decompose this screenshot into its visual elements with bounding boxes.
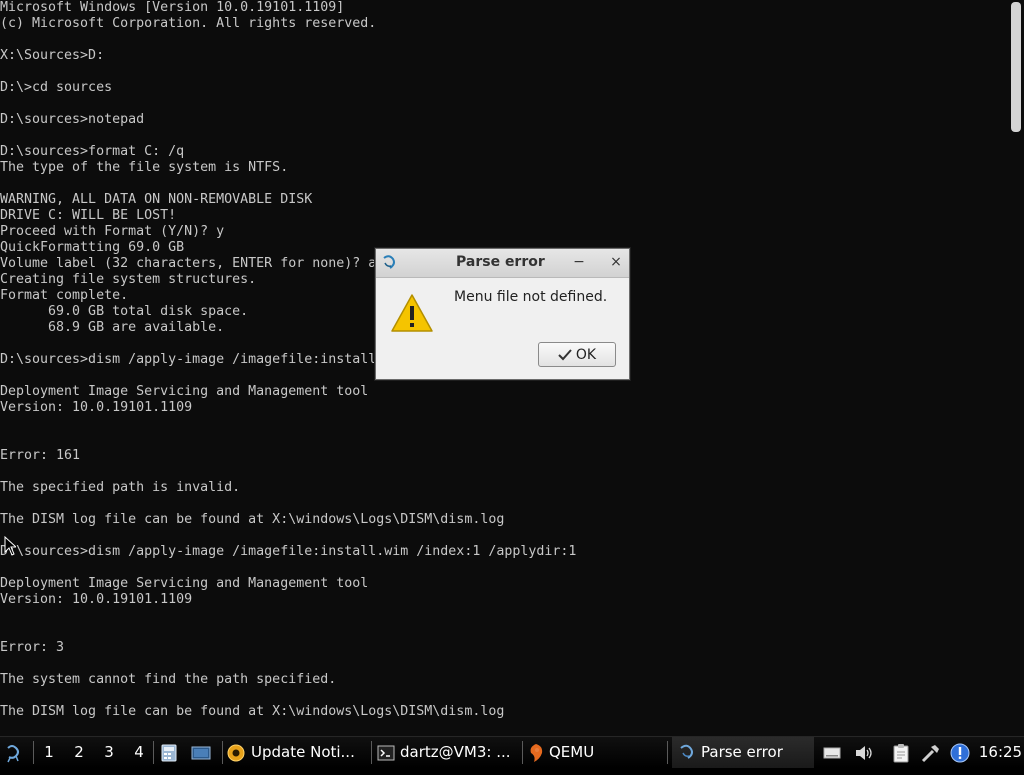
warning-icon <box>391 294 433 332</box>
taskbar-separator <box>371 741 372 764</box>
dialog-message: Menu file not defined. <box>454 289 608 305</box>
workspace-1[interactable]: 1 <box>38 737 60 768</box>
update-notifier-icon <box>227 744 245 761</box>
console-scrollbar[interactable] <box>1008 0 1024 736</box>
start-menu-button[interactable] <box>4 737 28 768</box>
console-line: DRIVE C: WILL BE LOST! <box>0 208 177 223</box>
console-line: X:\Sources>D: <box>0 48 105 63</box>
tray-volume[interactable] <box>853 737 875 768</box>
console-line: 68.9 GB are available. <box>0 320 225 335</box>
taskbar-separator <box>222 741 223 764</box>
task-label: dartz@VM3: ... <box>400 743 511 761</box>
terminal-icon <box>377 745 395 760</box>
tray-drive[interactable] <box>821 737 843 768</box>
console-line: Error: 161 <box>0 448 81 463</box>
console-line: D:\sources>dism /apply-image /imagefile:… <box>0 352 377 367</box>
console-line: Volume label (32 characters, ENTER for n… <box>0 256 377 271</box>
clipboard-icon <box>893 743 909 762</box>
desktop-launcher[interactable] <box>190 737 212 768</box>
taskbar-separator <box>667 741 668 764</box>
taskbar-separator <box>33 741 34 764</box>
ok-button[interactable]: OK <box>538 342 616 367</box>
calculator-launcher[interactable] <box>158 737 180 768</box>
console-line: Microsoft Windows [Version 10.0.19101.11… <box>0 0 345 15</box>
workspace-3[interactable]: 3 <box>98 737 120 768</box>
task-label: Parse error <box>701 743 783 761</box>
console-line: (c) Microsoft Corporation. All rights re… <box>0 16 377 31</box>
calculator-icon <box>161 744 177 761</box>
task-label: Update Noti... <box>251 743 355 761</box>
task-parse-error[interactable]: Parse error <box>672 737 814 768</box>
console-line: Proceed with Format (Y/N)? y <box>0 224 225 239</box>
minimize-icon[interactable]: − <box>569 252 589 272</box>
tray-network[interactable] <box>920 737 942 768</box>
qemu-icon <box>530 743 543 762</box>
taskbar: 1 2 3 4 Update Noti... dartz@VM3: ... QE… <box>0 736 1024 768</box>
taskbar-separator <box>522 741 523 764</box>
console-line: Version: 10.0.19101.1109 <box>0 592 193 607</box>
console-line: D:\sources>dism /apply-image /imagefile:… <box>0 544 577 559</box>
clock[interactable]: 16:25 <box>977 737 1024 768</box>
workspace-4[interactable]: 4 <box>128 737 150 768</box>
workspace-2[interactable]: 2 <box>68 737 90 768</box>
console-line: The type of the file system is NTFS. <box>0 160 289 175</box>
console-line: Format complete. <box>0 288 129 303</box>
console-line: D:\>cd sources <box>0 80 113 95</box>
menu-icon <box>7 745 19 763</box>
drive-icon <box>823 747 841 758</box>
checkmark-icon <box>558 348 572 360</box>
dialog-titlebar[interactable]: Parse error − × <box>376 249 629 278</box>
desktop-icon <box>191 746 211 759</box>
parse-error-app-icon <box>680 744 693 759</box>
dialog-app-icon <box>383 255 395 269</box>
console-line: The system cannot find the path specifie… <box>0 672 337 687</box>
console-line: WARNING, ALL DATA ON NON-REMOVABLE DISK <box>0 192 313 207</box>
console-line: Error: 3 <box>0 640 65 655</box>
console-line: D:\sources>notepad <box>0 112 145 127</box>
dialog-title: Parse error <box>456 254 545 270</box>
task-qemu[interactable]: QEMU <box>528 737 664 768</box>
ok-button-label: OK <box>575 346 597 363</box>
console-line: The DISM log file can be found at X:\win… <box>0 512 505 527</box>
tray-info[interactable] <box>949 737 971 768</box>
task-update-notifier[interactable]: Update Noti... <box>226 737 368 768</box>
console-line: D:\sources>format C: /q <box>0 144 185 159</box>
console-line: 69.0 GB total disk space. <box>0 304 249 319</box>
task-terminal[interactable]: dartz@VM3: ... <box>377 737 519 768</box>
parse-error-dialog: Parse error − × Menu file not defined. O… <box>375 248 630 380</box>
console-line: Deployment Image Servicing and Managemen… <box>0 576 369 591</box>
network-icon <box>921 744 939 762</box>
task-label: QEMU <box>549 743 595 761</box>
console-line: The specified path is invalid. <box>0 480 241 495</box>
console-line: The DISM log file can be found at X:\win… <box>0 704 505 719</box>
info-icon <box>950 743 970 762</box>
tray-clipboard[interactable] <box>890 737 912 768</box>
volume-icon <box>856 745 872 760</box>
console-line: QuickFormatting 69.0 GB <box>0 240 185 255</box>
close-icon[interactable]: × <box>606 252 626 272</box>
console-line: Deployment Image Servicing and Managemen… <box>0 384 369 399</box>
console-line: Creating file system structures. <box>0 272 257 287</box>
scrollbar-thumb[interactable] <box>1011 2 1021 132</box>
console-line: Version: 10.0.19101.1109 <box>0 400 193 415</box>
mouse-pointer-icon <box>4 536 16 556</box>
taskbar-separator <box>153 741 154 764</box>
